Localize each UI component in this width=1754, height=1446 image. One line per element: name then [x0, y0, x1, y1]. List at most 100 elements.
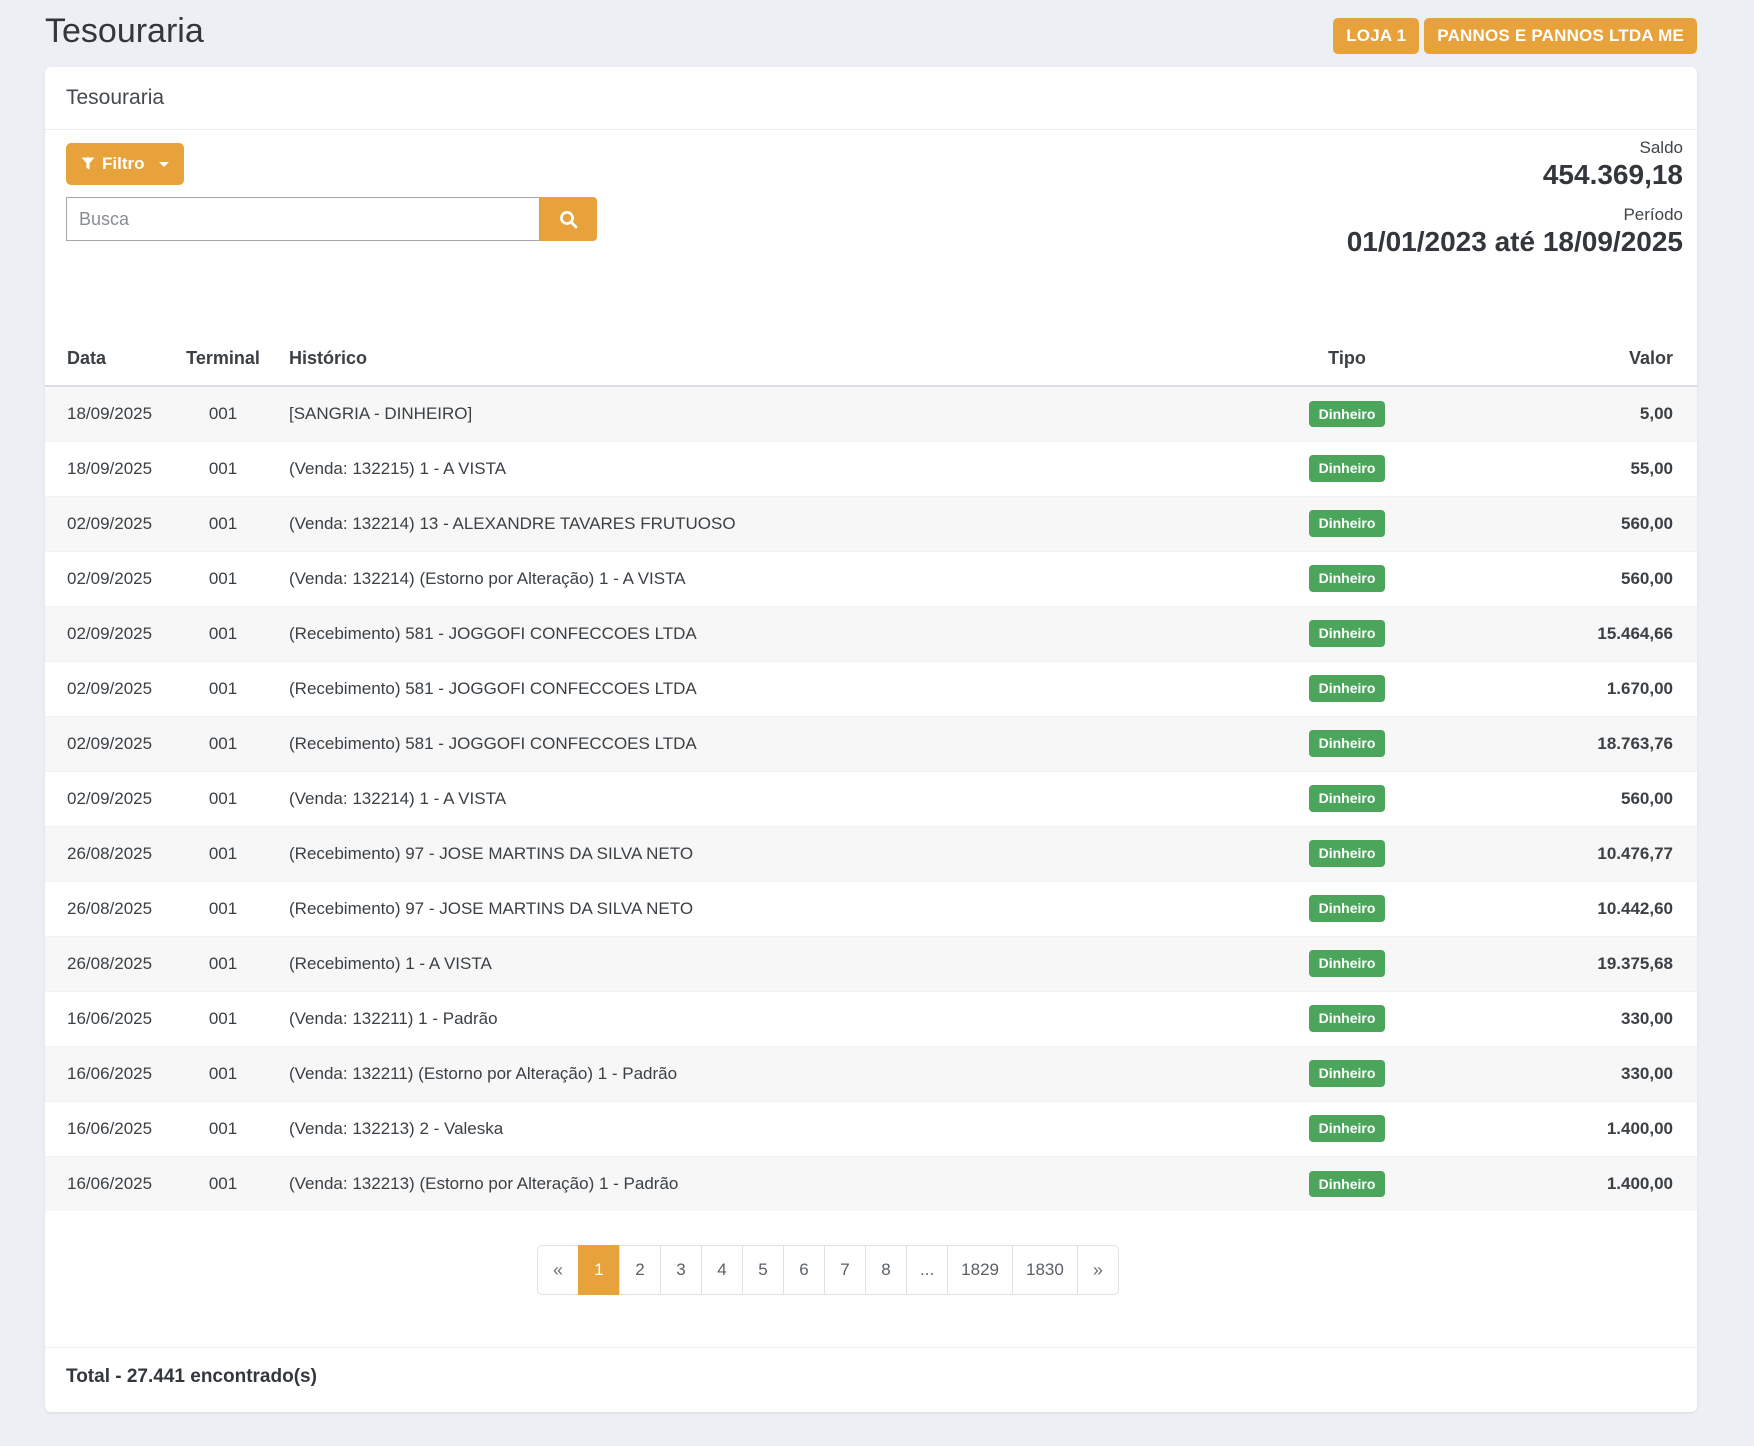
- column-header-data: Data: [45, 332, 157, 386]
- cell-historico: (Venda: 132213) (Estorno por Alteração) …: [289, 1156, 1217, 1211]
- table-row: 16/06/2025001(Venda: 132213) (Estorno po…: [45, 1156, 1697, 1211]
- table-body: 18/09/2025001[SANGRIA - DINHEIRO]Dinheir…: [45, 386, 1697, 1211]
- tipo-badge: Dinheiro: [1309, 565, 1386, 591]
- table-row: 02/09/2025001(Recebimento) 581 - JOGGOFI…: [45, 716, 1697, 771]
- search-button[interactable]: [540, 197, 597, 241]
- cell-data: 26/08/2025: [45, 881, 157, 936]
- periodo-label: Período: [1347, 205, 1683, 225]
- search-input[interactable]: [66, 197, 540, 241]
- cell-historico: (Recebimento) 581 - JOGGOFI CONFECCOES L…: [289, 716, 1217, 771]
- pagination-page-7[interactable]: 7: [824, 1245, 866, 1295]
- cell-data: 18/09/2025: [45, 441, 157, 496]
- table-row: 26/08/2025001(Recebimento) 1 - A VISTADi…: [45, 936, 1697, 991]
- table-row: 18/09/2025001[SANGRIA - DINHEIRO]Dinheir…: [45, 386, 1697, 441]
- card-title: Tesouraria: [45, 67, 1697, 130]
- cell-tipo: Dinheiro: [1217, 551, 1477, 606]
- summary-panel: Saldo 454.369,18 Período 01/01/2023 até …: [1347, 138, 1683, 258]
- cell-historico: (Recebimento) 97 - JOSE MARTINS DA SILVA…: [289, 826, 1217, 881]
- cell-terminal: 001: [157, 771, 289, 826]
- search-row: [66, 197, 597, 241]
- card-body: Filtro Saldo 454.369,18 Período 01/01/20…: [45, 130, 1697, 1295]
- cell-terminal: 001: [157, 881, 289, 936]
- cell-tipo: Dinheiro: [1217, 991, 1477, 1046]
- cell-valor: 1.400,00: [1477, 1156, 1697, 1211]
- filter-funnel-icon: [81, 157, 95, 171]
- pagination-page-1829[interactable]: 1829: [947, 1245, 1013, 1295]
- cell-terminal: 001: [157, 716, 289, 771]
- cell-valor: 1.670,00: [1477, 661, 1697, 716]
- cell-historico: (Venda: 132215) 1 - A VISTA: [289, 441, 1217, 496]
- cell-terminal: 001: [157, 936, 289, 991]
- cell-data: 16/06/2025: [45, 1046, 157, 1101]
- cell-valor: 55,00: [1477, 441, 1697, 496]
- store-badge-button[interactable]: LOJA 1: [1333, 18, 1419, 54]
- cell-valor: 18.763,76: [1477, 716, 1697, 771]
- cell-tipo: Dinheiro: [1217, 661, 1477, 716]
- tipo-badge: Dinheiro: [1309, 510, 1386, 536]
- cell-valor: 10.476,77: [1477, 826, 1697, 881]
- filter-button-label: Filtro: [102, 154, 145, 174]
- cell-data: 16/06/2025: [45, 1101, 157, 1156]
- top-bar: Tesouraria LOJA 1 PANNOS E PANNOS LTDA M…: [0, 0, 1754, 54]
- cell-tipo: Dinheiro: [1217, 716, 1477, 771]
- tipo-badge: Dinheiro: [1309, 840, 1386, 866]
- column-header-historico: Histórico: [289, 332, 1217, 386]
- tesouraria-card: Tesouraria Filtro Saldo 454.369,18: [45, 67, 1697, 1412]
- tipo-badge: Dinheiro: [1309, 1171, 1386, 1197]
- tipo-badge: Dinheiro: [1309, 620, 1386, 646]
- company-badge-button[interactable]: PANNOS E PANNOS LTDA ME: [1424, 18, 1697, 54]
- pagination-page-3[interactable]: 3: [660, 1245, 702, 1295]
- total-found: Total - 27.441 encontrado(s): [45, 1347, 1697, 1412]
- chevron-down-icon: [159, 162, 169, 167]
- pagination-page-4[interactable]: 4: [701, 1245, 743, 1295]
- tipo-badge: Dinheiro: [1309, 730, 1386, 756]
- cell-historico: (Recebimento) 581 - JOGGOFI CONFECCOES L…: [289, 606, 1217, 661]
- cell-tipo: Dinheiro: [1217, 386, 1477, 441]
- cell-terminal: 001: [157, 496, 289, 551]
- tipo-badge: Dinheiro: [1309, 401, 1386, 427]
- pagination-page-2[interactable]: 2: [619, 1245, 661, 1295]
- cell-historico: (Venda: 132214) 13 - ALEXANDRE TAVARES F…: [289, 496, 1217, 551]
- cell-data: 02/09/2025: [45, 661, 157, 716]
- pagination-page-6[interactable]: 6: [783, 1245, 825, 1295]
- pagination-prev[interactable]: «: [537, 1245, 579, 1295]
- cell-terminal: 001: [157, 1156, 289, 1211]
- cell-tipo: Dinheiro: [1217, 771, 1477, 826]
- transactions-table: Data Terminal Histórico Tipo Valor 18/09…: [45, 332, 1697, 1211]
- table-row: 26/08/2025001(Recebimento) 97 - JOSE MAR…: [45, 881, 1697, 936]
- cell-historico: (Recebimento) 581 - JOGGOFI CONFECCOES L…: [289, 661, 1217, 716]
- tipo-badge: Dinheiro: [1309, 785, 1386, 811]
- table-row: 02/09/2025001(Recebimento) 581 - JOGGOFI…: [45, 606, 1697, 661]
- column-header-valor: Valor: [1477, 332, 1697, 386]
- pagination-page-1830[interactable]: 1830: [1012, 1245, 1078, 1295]
- cell-terminal: 001: [157, 606, 289, 661]
- cell-terminal: 001: [157, 441, 289, 496]
- column-header-terminal: Terminal: [157, 332, 289, 386]
- column-header-tipo: Tipo: [1217, 332, 1477, 386]
- pagination-next[interactable]: »: [1077, 1245, 1119, 1295]
- header-badges: LOJA 1 PANNOS E PANNOS LTDA ME: [1333, 18, 1697, 54]
- table-row: 18/09/2025001(Venda: 132215) 1 - A VISTA…: [45, 441, 1697, 496]
- saldo-value: 454.369,18: [1347, 158, 1683, 192]
- cell-tipo: Dinheiro: [1217, 1101, 1477, 1156]
- cell-valor: 5,00: [1477, 386, 1697, 441]
- cell-tipo: Dinheiro: [1217, 936, 1477, 991]
- pagination-ellipsis: ...: [906, 1245, 948, 1295]
- tipo-badge: Dinheiro: [1309, 1005, 1386, 1031]
- tipo-badge: Dinheiro: [1309, 895, 1386, 921]
- table-row: 16/06/2025001(Venda: 132211) (Estorno po…: [45, 1046, 1697, 1101]
- search-icon: [558, 209, 579, 230]
- pagination-page-8[interactable]: 8: [865, 1245, 907, 1295]
- cell-data: 16/06/2025: [45, 991, 157, 1046]
- tipo-badge: Dinheiro: [1309, 455, 1386, 481]
- page-title: Tesouraria: [45, 12, 204, 51]
- cell-tipo: Dinheiro: [1217, 606, 1477, 661]
- cell-data: 18/09/2025: [45, 386, 157, 441]
- cell-terminal: 001: [157, 991, 289, 1046]
- filter-button[interactable]: Filtro: [66, 143, 184, 185]
- cell-data: 02/09/2025: [45, 716, 157, 771]
- tipo-badge: Dinheiro: [1309, 1115, 1386, 1141]
- pagination-page-5[interactable]: 5: [742, 1245, 784, 1295]
- cell-terminal: 001: [157, 1101, 289, 1156]
- pagination-page-1[interactable]: 1: [578, 1245, 620, 1295]
